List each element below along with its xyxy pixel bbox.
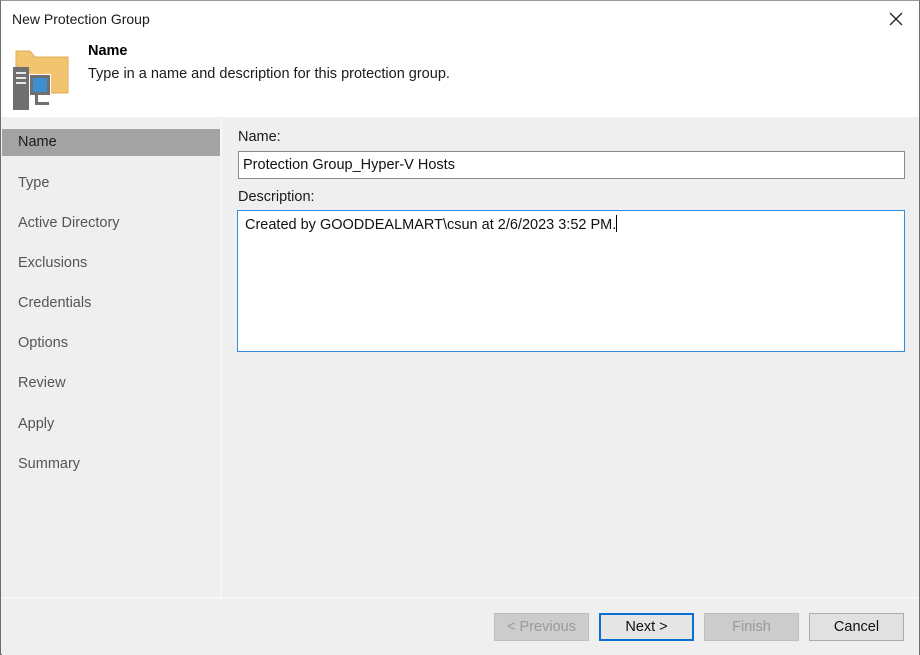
next-button[interactable]: Next > (599, 613, 694, 641)
description-text: Created by GOODDEALMART\csun at 2/6/2023… (245, 217, 617, 233)
name-input[interactable] (238, 151, 905, 179)
window-title: New Protection Group (12, 11, 150, 27)
finish-button[interactable]: Finish (704, 613, 799, 641)
sidebar-item-options[interactable]: Options (2, 330, 220, 357)
wizard-steps-sidebar: Name Type Active Directory Exclusions Cr… (2, 119, 220, 597)
sidebar-item-name[interactable]: Name (2, 129, 220, 156)
new-protection-group-dialog: New Protection Group Name Type in a name… (0, 0, 920, 655)
description-textarea[interactable]: Created by GOODDEALMART\csun at 2/6/2023… (237, 210, 905, 352)
sidebar-item-review[interactable]: Review (2, 370, 220, 397)
step-title: Name (88, 43, 128, 59)
protection-group-icon (12, 47, 72, 111)
step-description: Type in a name and description for this … (88, 66, 450, 82)
sidebar-item-exclusions[interactable]: Exclusions (2, 250, 220, 277)
close-icon[interactable] (887, 10, 905, 28)
name-label: Name: (238, 129, 281, 145)
sidebar-item-apply[interactable]: Apply (2, 411, 220, 438)
description-label: Description: (238, 189, 315, 205)
dialog-footer: < Previous Next > Finish Cancel (2, 599, 919, 655)
previous-button[interactable]: < Previous (494, 613, 589, 641)
content-panel: Name: Description: Created by GOODDEALMA… (222, 119, 919, 597)
cancel-button[interactable]: Cancel (809, 613, 904, 641)
dialog-header: New Protection Group Name Type in a name… (1, 1, 919, 117)
text-caret (616, 215, 618, 232)
sidebar-item-type[interactable]: Type (2, 170, 220, 197)
sidebar-item-active-directory[interactable]: Active Directory (2, 210, 220, 237)
sidebar-item-summary[interactable]: Summary (2, 451, 220, 478)
sidebar-item-credentials[interactable]: Credentials (2, 290, 220, 317)
